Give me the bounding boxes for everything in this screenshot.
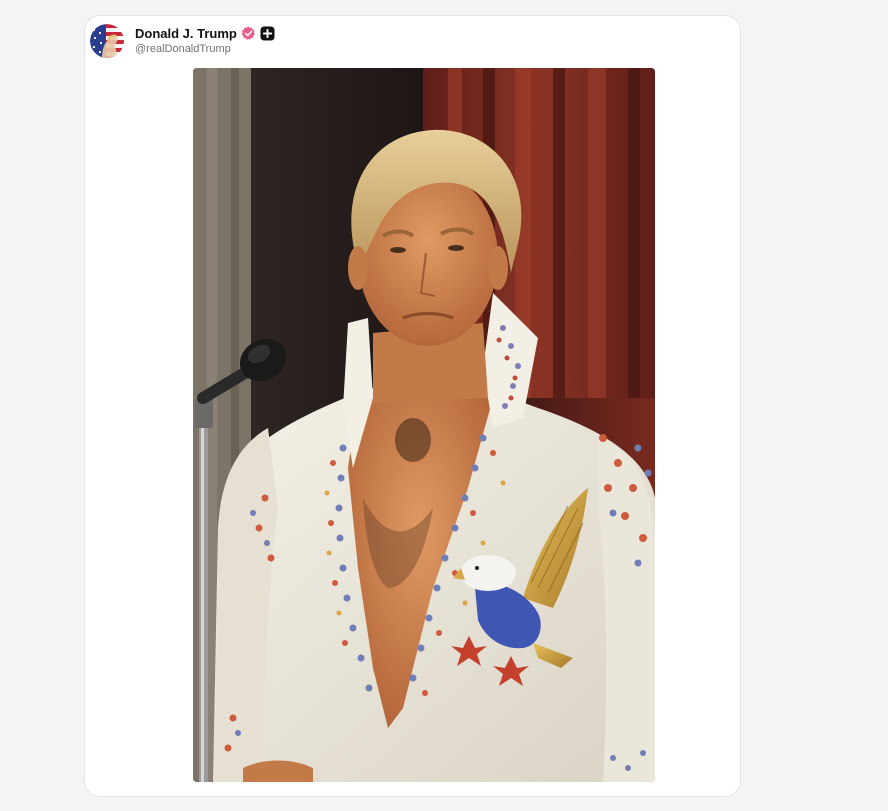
verified-badge-icon — [241, 26, 256, 41]
author-handle[interactable]: @realDonaldTrump — [135, 43, 275, 56]
author-info: Donald J. Trump @realDonaldTrump — [135, 26, 275, 57]
name-row: Donald J. Trump — [135, 26, 275, 42]
plus-badge-icon — [260, 26, 275, 41]
display-name[interactable]: Donald J. Trump — [135, 26, 237, 42]
post-photo — [193, 68, 655, 782]
avatar[interactable] — [90, 24, 124, 58]
post-image[interactable] — [193, 68, 655, 782]
post-header: Donald J. Trump @realDonaldTrump — [90, 21, 275, 61]
page: Donald J. Trump @realDonaldTrump — [0, 0, 888, 811]
avatar-image — [90, 24, 124, 58]
post-card: Donald J. Trump @realDonaldTrump — [84, 15, 741, 797]
